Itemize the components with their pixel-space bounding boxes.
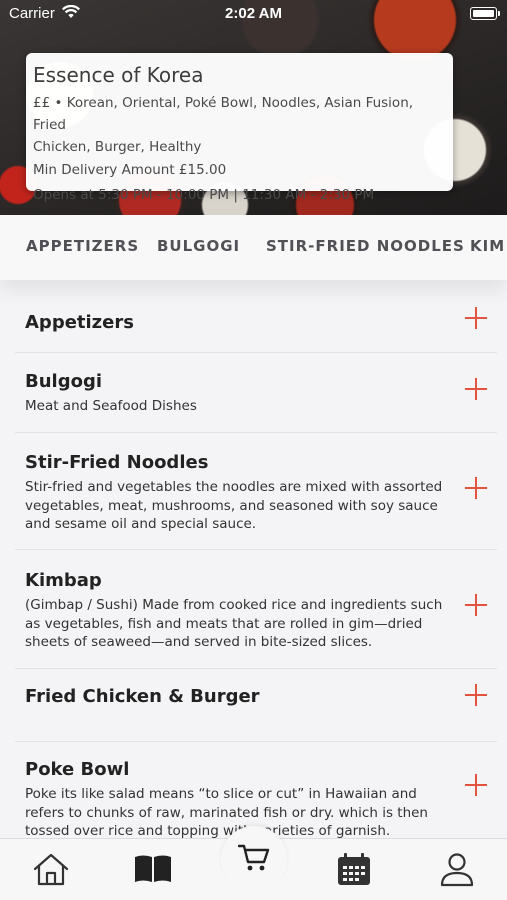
tab-appetizers[interactable]: APPETIZERS (26, 237, 139, 255)
status-bar: Carrier 2:02 AM (0, 0, 507, 28)
tab-bulgogi[interactable]: BULGOGI (157, 237, 240, 255)
menu-category-description: Stir-fried and vegetables the noodles ar… (25, 479, 443, 532)
menu-category-appetizers[interactable]: Appetizers (15, 280, 497, 353)
menu-category-kimbap[interactable]: Kimbap (Gimbap / Sushi) Made from cooked… (15, 550, 497, 669)
cuisine-line: Chicken, Burger, Healthy (33, 139, 202, 155)
cart-icon (238, 844, 270, 871)
home-icon[interactable] (32, 851, 72, 891)
expand-plus-icon[interactable] (465, 477, 487, 499)
battery-icon (470, 7, 500, 20)
menu-category-title: Kimbap (25, 570, 102, 591)
menu-category-description: Meat and Seafood Dishes (25, 398, 197, 414)
tab-kimbap[interactable]: KIM (470, 237, 505, 255)
category-tab-bar[interactable]: APPETIZERS BULGOGI STIR-FRIED NOODLES KI… (0, 215, 507, 280)
menu-category-fried-chicken-burger[interactable]: Fried Chicken & Burger (15, 669, 497, 742)
restaurant-hero: Carrier 2:02 AM Essence of Korea ££ • Ko… (0, 0, 507, 215)
expand-plus-icon[interactable] (465, 378, 487, 400)
menu-category-title: Stir-Fried Noodles (25, 452, 209, 473)
expand-plus-icon[interactable] (465, 684, 487, 706)
menu-category-title: Poke Bowl (25, 759, 130, 780)
opening-hours: Opens at 5:30 PM - 10:00 PM | 11:30 AM -… (33, 187, 375, 203)
restaurant-info-card: Essence of Korea ££ • Korean, Oriental, … (26, 53, 453, 203)
expand-plus-icon[interactable] (465, 774, 487, 796)
cart-button[interactable] (221, 826, 287, 892)
calendar-icon[interactable] (335, 851, 375, 891)
min-delivery-amount: Min Delivery Amount £15.00 (33, 162, 227, 178)
profile-icon[interactable] (438, 851, 478, 891)
cuisine-line: ££ • Korean, Oriental, Poké Bowl, Noodle… (33, 95, 414, 133)
cuisine-tags: ££ • Korean, Oriental, Poké Bowl, Noodle… (33, 92, 446, 158)
menu-category-title: Appetizers (25, 312, 134, 333)
menu-category-stir-fried-noodles[interactable]: Stir-Fried Noodles Stir-fried and vegeta… (15, 433, 497, 550)
status-time: 2:02 AM (225, 5, 282, 22)
expand-plus-icon[interactable] (465, 594, 487, 616)
tab-stir-fried-noodles[interactable]: STIR-FRIED NOODLES (266, 237, 465, 255)
expand-plus-icon[interactable] (465, 307, 487, 329)
menu-book-icon[interactable] (133, 851, 173, 891)
menu-category-bulgogi[interactable]: Bulgogi Meat and Seafood Dishes (15, 353, 497, 433)
menu-category-title: Fried Chicken & Burger (25, 686, 260, 707)
menu-category-title: Bulgogi (25, 371, 103, 392)
menu-category-description: (Gimbap / Sushi) Made from cooked rice a… (25, 597, 443, 650)
restaurant-name: Essence of Korea (33, 63, 204, 87)
